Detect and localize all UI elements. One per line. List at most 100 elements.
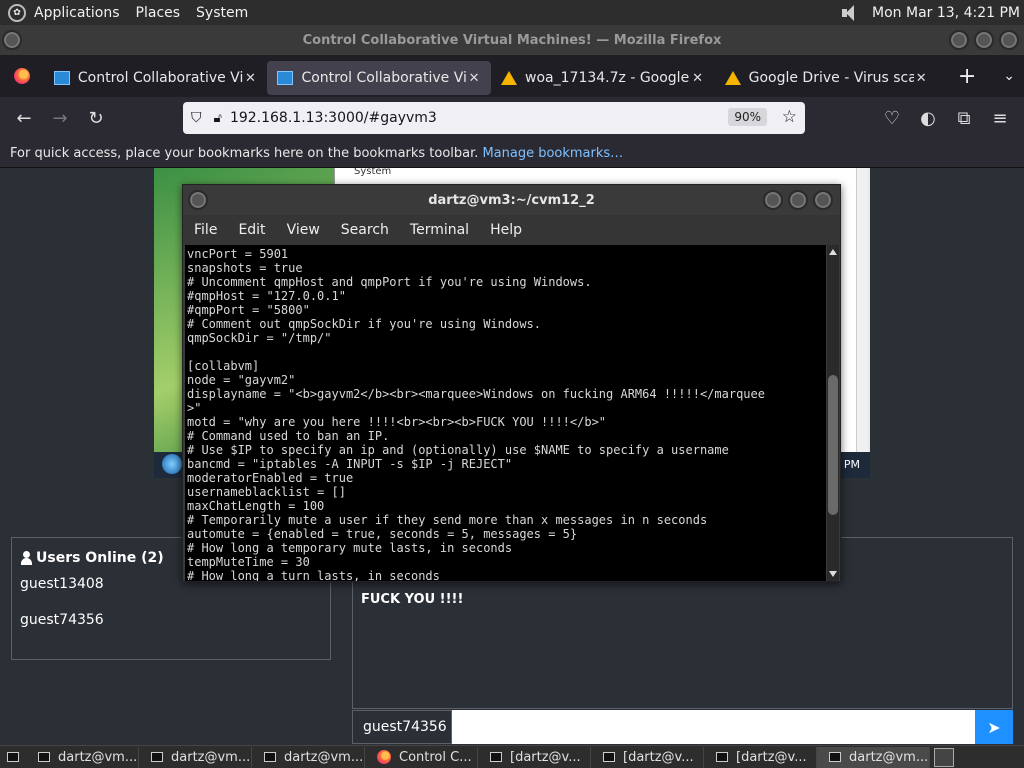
user-icon <box>20 551 34 565</box>
terminal-line: moderatorEnabled = true <box>187 471 354 485</box>
terminal-line: displayname = "<b>gayvm2</b><br><marquee… <box>187 387 765 401</box>
terminal-line: # How long a turn lasts, in seconds <box>187 569 440 581</box>
url-text[interactable]: 192.168.1.13:3000/#gayvm3 <box>230 110 437 126</box>
taskbar-item[interactable]: dartz@vm... <box>139 746 252 768</box>
account-icon[interactable]: ◐ <box>913 103 943 133</box>
manage-bookmarks-link[interactable]: Manage bookmarks… <box>482 146 623 161</box>
close-tab-icon[interactable]: ✕ <box>467 71 481 86</box>
panel-clock[interactable]: Mon Mar 13, 4:21 PM <box>872 5 1020 21</box>
shield-icon[interactable]: ⛉ <box>191 110 202 126</box>
tab-label: Control Collaborative Virtual Machines! <box>301 70 467 86</box>
scroll-up-arrow-icon[interactable] <box>829 249 837 255</box>
chat-message: FUCK YOU !!!! <box>361 592 464 607</box>
send-button[interactable]: ➤ <box>975 710 1013 744</box>
terminal-window: dartz@vm3:~/cvm12_2 File Edit View Searc… <box>182 184 841 582</box>
terminal-line: # Uncomment qmpHost and qmpPort if you'r… <box>187 275 592 289</box>
terminal-line: # Temporarily mute a user if they send m… <box>187 513 708 527</box>
taskbar-item[interactable]: [dartz@v... <box>591 746 704 768</box>
menu-view[interactable]: View <box>287 222 320 238</box>
minimize-button[interactable] <box>949 30 969 50</box>
volume-icon[interactable] <box>840 4 862 22</box>
window-menu-button[interactable] <box>2 30 22 50</box>
taskbar-item[interactable]: dartz@vm... <box>252 746 365 768</box>
terminal-line: # Comment out qmpSockDir if you're using… <box>187 317 542 331</box>
taskbar-item[interactable]: Control C... <box>365 746 478 768</box>
close-tab-icon[interactable]: ✕ <box>691 71 705 86</box>
tab-0[interactable]: Control Collaborative Virtual Machines! … <box>44 61 268 95</box>
firefox-window-title: Control Collaborative Virtual Machines! … <box>302 32 722 48</box>
terminal-line: snapshots = true <box>187 261 303 275</box>
show-desktop-left-icon[interactable] <box>0 747 26 768</box>
distro-logo-icon[interactable]: ✿ <box>8 3 26 22</box>
taskbar-item[interactable]: [dartz@v... <box>478 746 591 768</box>
bookmark-star-icon[interactable]: ☆ <box>782 107 797 127</box>
taskbar-item[interactable]: dartz@vm... <box>26 746 139 768</box>
taskbar-item-label: dartz@vm... <box>849 749 929 765</box>
terminal-output[interactable]: vncPort = 5901 snapshots = true # Uncommen… <box>185 245 826 581</box>
terminal-line: qmpSockDir = "/tmp/" <box>187 331 332 345</box>
new-tab-button[interactable]: + <box>952 64 982 89</box>
list-tabs-chevron-down-icon[interactable]: ⌄ <box>994 68 1024 84</box>
chat-message-input[interactable] <box>452 710 975 744</box>
forward-arrow-icon[interactable]: → <box>45 103 75 133</box>
terminal-line: # Use $IP to specify an ip and (optional… <box>187 443 729 457</box>
maximize-button[interactable] <box>974 30 994 50</box>
terminal-menubar: File Edit View Search Terminal Help <box>183 215 840 245</box>
extensions-icon[interactable]: ⧉ <box>949 103 979 133</box>
zoom-level-button[interactable]: 90% <box>728 108 767 126</box>
vm-system-label: System <box>354 168 392 177</box>
scrollbar-thumb[interactable] <box>828 375 838 515</box>
terminal-line: motd = "why are you here !!!!<br><br><b>… <box>187 415 607 429</box>
close-tab-icon[interactable]: ✕ <box>914 71 928 86</box>
scroll-down-arrow-icon[interactable] <box>829 571 837 577</box>
taskbar-item-label: dartz@vm... <box>171 749 251 765</box>
vm-start-orb-icon <box>162 454 182 474</box>
terminal-line: # How long a temporary mute lasts, in se… <box>187 541 513 555</box>
applications-menu[interactable]: Applications <box>34 5 120 21</box>
tab-3[interactable]: Google Drive - Virus scan warning ✕ <box>715 61 939 95</box>
workspace-switcher[interactable] <box>934 747 954 767</box>
close-window-button[interactable] <box>999 30 1019 50</box>
close-tab-icon[interactable]: ✕ <box>243 71 257 86</box>
terminal-title: dartz@vm3:~/cvm12_2 <box>428 192 595 208</box>
taskbar-item-label: Control C... <box>399 749 472 765</box>
url-bar[interactable]: ⛉ 🔓︎ 192.168.1.13:3000/#gayvm3 90% ☆ <box>183 102 805 134</box>
taskbar-item[interactable]: [dartz@v... <box>704 746 817 768</box>
tab-label: Google Drive - Virus scan warning <box>748 70 915 86</box>
terminal-line: bancmd = "iptables -A INPUT -s $IP -j RE… <box>187 457 513 471</box>
terminal-window-menu-button[interactable] <box>188 190 208 210</box>
tab-2[interactable]: woa_17134.7z - Google Drive ✕ <box>491 61 715 95</box>
menu-terminal[interactable]: Terminal <box>410 222 469 238</box>
reload-icon[interactable]: ↻ <box>81 103 111 133</box>
vm-clock: PM <box>843 458 860 471</box>
terminal-line: >" <box>187 401 202 415</box>
pocket-icon[interactable]: ♡ <box>877 103 907 133</box>
terminal-icon <box>490 752 502 762</box>
hamburger-menu-icon[interactable]: ≡ <box>985 103 1015 133</box>
vm-window-scrollbar <box>856 168 868 458</box>
menu-edit[interactable]: Edit <box>238 222 265 238</box>
insecure-lock-icon[interactable]: 🔓︎ <box>214 111 222 126</box>
monitor-icon <box>53 71 70 85</box>
places-menu[interactable]: Places <box>136 5 181 21</box>
menu-file[interactable]: File <box>194 222 217 238</box>
terminal-icon <box>716 752 728 762</box>
chat-username-button[interactable]: guest74356 <box>352 710 452 744</box>
bookmarks-hint: For quick access, place your bookmarks h… <box>10 145 479 161</box>
menu-search[interactable]: Search <box>341 222 389 238</box>
google-drive-icon <box>501 71 518 85</box>
menu-help[interactable]: Help <box>490 222 522 238</box>
back-arrow-icon[interactable]: ← <box>9 103 39 133</box>
taskbar-item[interactable]: dartz@vm... <box>817 746 930 768</box>
terminal-minimize-button[interactable] <box>763 190 783 210</box>
terminal-scrollbar[interactable] <box>827 245 839 581</box>
tab-1[interactable]: Control Collaborative Virtual Machines! … <box>267 61 492 95</box>
terminal-line: #qmpPort = "5800" <box>187 303 310 317</box>
terminal-maximize-button[interactable] <box>788 190 808 210</box>
terminal-line: # Command used to ban an IP. <box>187 429 390 443</box>
system-menu[interactable]: System <box>196 5 248 21</box>
terminal-close-button[interactable] <box>813 190 833 210</box>
firefox-view-button[interactable] <box>0 68 44 84</box>
user-list-item[interactable]: guest74356 <box>12 602 330 638</box>
